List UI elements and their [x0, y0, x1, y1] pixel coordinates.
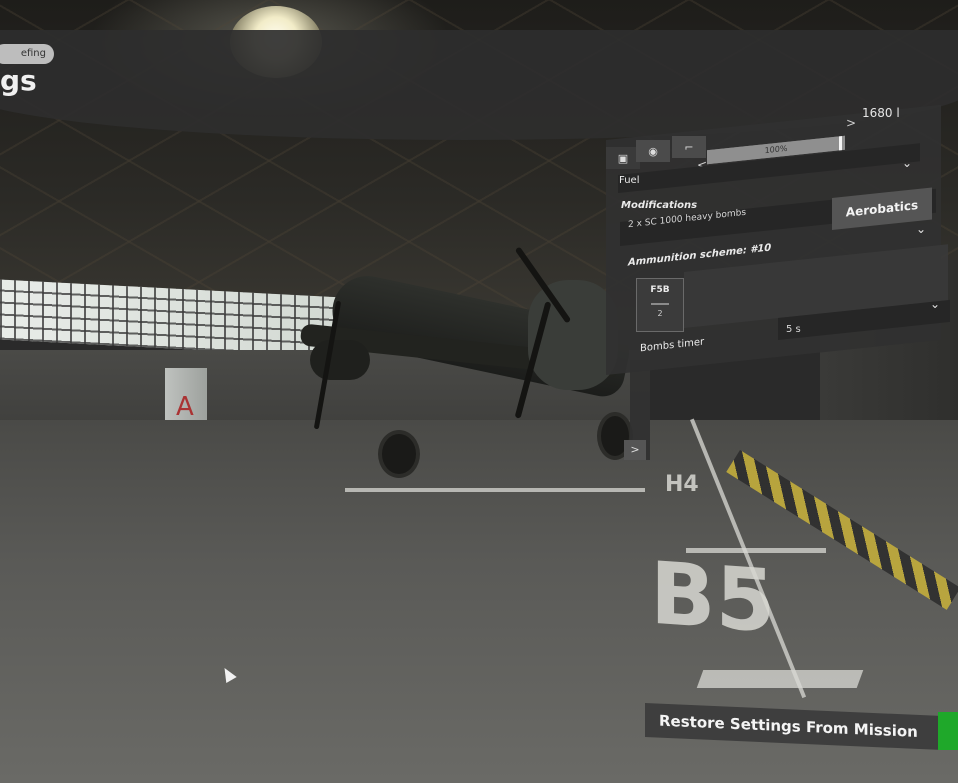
chevron-down-icon[interactable]: ⌄: [916, 222, 926, 236]
floor-marking-h4: H4: [665, 472, 699, 497]
modifications-label: Modifications: [621, 200, 698, 211]
tab-camera[interactable]: ◉: [636, 140, 670, 162]
bombs-timer-value: 5 s: [786, 324, 801, 335]
chevron-down-icon[interactable]: ⌄: [930, 297, 940, 311]
fuel-slider-handle[interactable]: [839, 136, 842, 151]
floor-line: [345, 488, 645, 492]
gun-icon: ⌐: [684, 140, 694, 154]
tab-weapons[interactable]: ⌐: [672, 136, 706, 158]
tab-aircraft[interactable]: ▣: [606, 147, 640, 169]
fuel-value: 1680 l: [862, 106, 900, 120]
aircraft-engine: [310, 340, 370, 380]
restore-button-accent: [938, 712, 958, 750]
landing-wheel: [378, 430, 420, 478]
ammo-card-title: F5B: [650, 285, 670, 295]
plane-icon: ▣: [617, 151, 629, 165]
chevron-down-icon[interactable]: ⌄: [902, 156, 912, 170]
fuel-label: Fuel: [619, 175, 640, 186]
ammo-card-divider: [651, 303, 669, 305]
ammunition-scheme-card[interactable]: F5B 2: [636, 278, 684, 332]
camera-icon: ◉: [648, 144, 658, 158]
fuel-increase-arrow[interactable]: >: [846, 116, 856, 130]
tab-briefing[interactable]: efing: [0, 44, 54, 64]
ammo-card-count: 2: [657, 309, 663, 318]
page-title: gs: [0, 64, 37, 97]
floor-line: [696, 670, 864, 688]
pillar-letter: A: [176, 392, 194, 422]
next-arrow-button[interactable]: >: [624, 440, 646, 460]
floor-marking-b5: B5: [650, 543, 776, 653]
